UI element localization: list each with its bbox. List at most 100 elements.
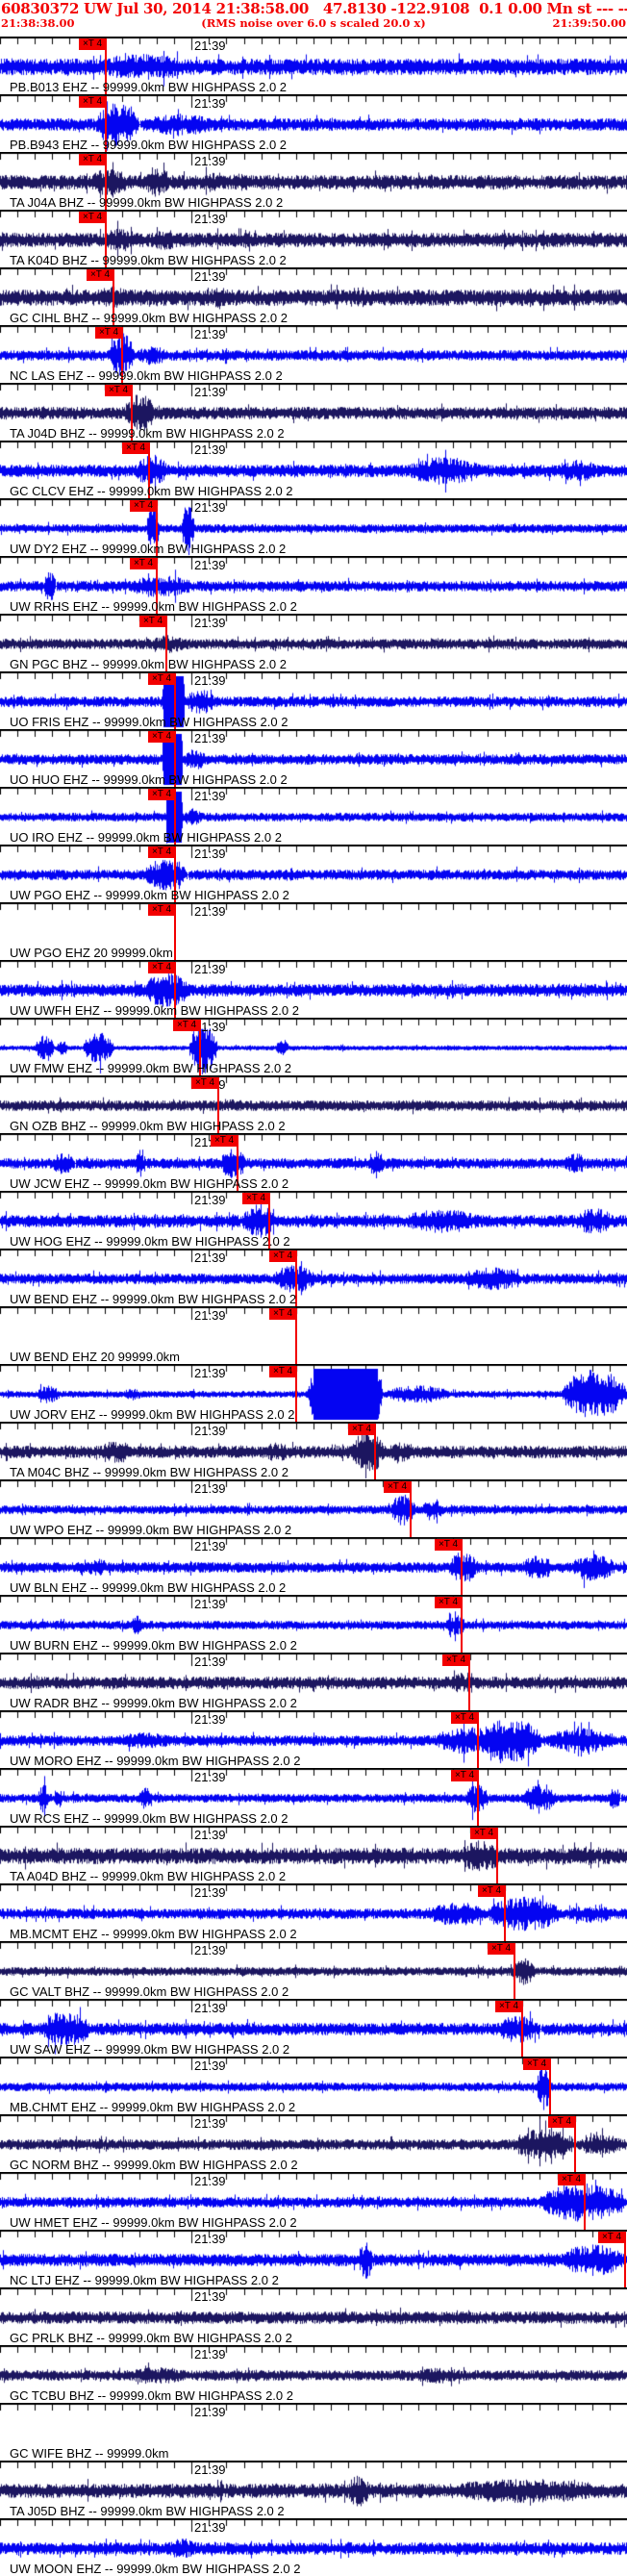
pick-marker[interactable]: ×T 4 [523, 2058, 550, 2070]
trace-row[interactable]: 21:39 ×T 4 UW RCS EHZ -- 99999.0km BW HI… [0, 1768, 627, 1826]
trace-row[interactable]: 21:39 ×T 4 UW RADR BHZ -- 99999.0km BW H… [0, 1653, 627, 1710]
pick-marker[interactable]: ×T 4 [470, 1828, 497, 1839]
pick-marker[interactable]: ×T 4 [79, 38, 106, 50]
trace-row[interactable]: 21:39 ×T 4 TA A04D BHZ -- 99999.0km BW H… [0, 1826, 627, 1883]
trace-row[interactable]: 21:39 ×T 4 UW MORO EHZ -- 99999.0km BW H… [0, 1710, 627, 1768]
station-label: TA J04D BHZ -- 99999.0km BW HIGHPASS 2.0… [10, 426, 285, 441]
minute-tick-label: 21:39 [194, 2462, 226, 2477]
pick-marker[interactable]: ×T 4 [348, 1424, 375, 1435]
trace-row[interactable]: 21:39 ×T 4 PB.B013 EHZ -- 99999.0km BW H… [0, 37, 627, 94]
pick-marker[interactable]: ×T 4 [87, 269, 113, 281]
trace-row[interactable]: 21:39 ×T 4 UO HUO EHZ -- 99999.0km BW HI… [0, 729, 627, 787]
pick-marker[interactable]: ×T 4 [148, 962, 175, 973]
trace-row[interactable]: 21:39 ×T 4 GC CLCV EHZ -- 99999.0km BW H… [0, 441, 627, 498]
pick-marker[interactable]: ×T 4 [495, 2001, 522, 2012]
trace-row[interactable]: 21:39 ×T 4 MB.CHMT EHZ -- 99999.0km BW H… [0, 2057, 627, 2114]
trace-row[interactable]: 21:39 ×T 4 NC LAS EHZ -- 99999.0km BW HI… [0, 325, 627, 383]
trace-row[interactable]: 21:39 ×T 4 TA K04D BHZ -- 99999.0km BW H… [0, 210, 627, 267]
trace-row[interactable]: 21:39 ×T 4 TA M04C BHZ -- 99999.0km BW H… [0, 1422, 627, 1479]
trace-row[interactable]: 21:39 ×T 4 GC VALT BHZ -- 99999.0km BW H… [0, 1941, 627, 1999]
minute-tick-label: 21:39 [194, 2347, 226, 2361]
trace-row[interactable]: 21:39 ×T 4 UW JCW EHZ -- 99999.0km BW HI… [0, 1133, 627, 1191]
pick-marker[interactable]: ×T 4 [122, 442, 149, 454]
pick-marker[interactable]: ×T 4 [130, 500, 157, 512]
pick-marker[interactable]: ×T 4 [211, 1135, 238, 1147]
trace-row[interactable]: 21:39 ×T 4 UW PGO EHZ 20 99999.0km [0, 902, 627, 960]
station-label: UW SAW EHZ -- 99999.0km BW HIGHPASS 2.0 … [10, 2042, 290, 2057]
minute-tick-label: 21:39 [194, 558, 226, 572]
pick-marker[interactable]: ×T 4 [384, 1481, 411, 1493]
pick-marker[interactable]: ×T 4 [79, 212, 106, 223]
trace-row[interactable]: 21:39 ×T 4 MB.MCMT EHZ -- 99999.0km BW H… [0, 1883, 627, 1941]
trace-row[interactable]: 21:39 GC WIFE BHZ -- 99999.0km [0, 2403, 627, 2461]
trace-row[interactable]: 21:39 ×T 4 UW BEND EHZ -- 99999.0km BW H… [0, 1249, 627, 1306]
pick-marker[interactable]: ×T 4 [242, 1193, 269, 1204]
trace-row[interactable]: 21:39 ×T 4 UW RRHS EHZ -- 99999.0km BW H… [0, 556, 627, 614]
trace-row[interactable]: 21:39 ×T 4 GC NORM BHZ -- 99999.0km BW H… [0, 2114, 627, 2172]
pick-marker[interactable]: ×T 4 [269, 1366, 296, 1377]
pick-marker[interactable]: ×T 4 [95, 327, 122, 339]
minute-tick-label: 21:39 [194, 962, 226, 976]
trace-row[interactable]: 21:39 TA J05D BHZ -- 99999.0km BW HIGHPA… [0, 2461, 627, 2518]
trace-row[interactable]: 21:39 ×T 4 UW HMET EHZ -- 99999.0km BW H… [0, 2172, 627, 2230]
station-label: UW RADR BHZ -- 99999.0km BW HIGHPASS 2.0… [10, 1696, 297, 1710]
pick-marker[interactable]: ×T 4 [105, 385, 132, 396]
pick-marker[interactable]: ×T 4 [139, 616, 166, 627]
trace-row[interactable]: 21:39 ×T 4 UW BEND EHZ 20 99999.0km [0, 1306, 627, 1364]
station-label: UO HUO EHZ -- 99999.0km BW HIGHPASS 2.0 … [10, 772, 288, 787]
pick-marker[interactable]: ×T 4 [173, 1020, 200, 1031]
pick-marker[interactable]: ×T 4 [79, 96, 106, 108]
pick-marker[interactable]: ×T 4 [79, 154, 106, 165]
trace-row[interactable]: 21:39 ×T 4 UW JORV EHZ -- 99999.0km BW H… [0, 1364, 627, 1422]
trace-row[interactable]: 21:39 ×T 4 UO FRIS EHZ -- 99999.0km BW H… [0, 671, 627, 729]
pick-marker[interactable]: ×T 4 [269, 1250, 296, 1262]
trace-row[interactable]: 21:39 ×T 4 GN OZB BHZ -- 99999.0km BW HI… [0, 1075, 627, 1133]
trace-row[interactable]: 21:39 ×T 4 UW BLN EHZ -- 99999.0km BW HI… [0, 1537, 627, 1595]
trace-row[interactable]: 21:39 GC TCBU BHZ -- 99999.0km BW HIGHPA… [0, 2345, 627, 2403]
trace-row[interactable]: 21:39 ×T 4 UW FMW EHZ -- 99999.0km BW HI… [0, 1018, 627, 1075]
trace-row[interactable]: 21:39 GC PRLK BHZ -- 99999.0km BW HIGHPA… [0, 2287, 627, 2345]
pick-marker[interactable]: ×T 4 [598, 2232, 625, 2243]
pick-marker[interactable]: ×T 4 [148, 673, 175, 685]
trace-row[interactable]: 21:39 ×T 4 UW DY2 EHZ -- 99999.0km BW HI… [0, 498, 627, 556]
pick-marker[interactable]: ×T 4 [148, 904, 175, 916]
minute-tick-label: 21:39 [194, 789, 226, 803]
trace-row[interactable]: 21:39 ×T 4 UW BURN EHZ -- 99999.0km BW H… [0, 1595, 627, 1653]
pick-marker[interactable]: ×T 4 [435, 1539, 462, 1551]
pick-marker[interactable]: ×T 4 [451, 1712, 478, 1724]
trace-row[interactable]: 21:39 ×T 4 PB.B943 EHZ -- 99999.0km BW H… [0, 94, 627, 152]
pick-marker[interactable]: ×T 4 [269, 1308, 296, 1320]
pick-marker[interactable]: ×T 4 [148, 846, 175, 858]
trace-row[interactable]: 21:39 ×T 4 UW SAW EHZ -- 99999.0km BW HI… [0, 1999, 627, 2057]
trace-row[interactable]: 21:39 ×T 4 UW HOG EHZ -- 99999.0km BW HI… [0, 1191, 627, 1249]
pick-marker[interactable]: ×T 4 [548, 2116, 575, 2128]
station-label: TA K04D BHZ -- 99999.0km BW HIGHPASS 2.0… [10, 253, 287, 267]
pick-marker[interactable]: ×T 4 [451, 1770, 478, 1781]
minute-tick-label: 21:39 [194, 2174, 226, 2188]
trace-row[interactable]: 21:39 UW MOON EHZ -- 99999.0km BW HIGHPA… [0, 2518, 627, 2576]
station-label: UW PGO EHZ -- 99999.0km BW HIGHPASS 2.0 … [10, 888, 289, 902]
pick-marker[interactable]: ×T 4 [191, 1077, 218, 1089]
station-label: GC CIHL BHZ -- 99999.0km BW HIGHPASS 2.0… [10, 311, 288, 325]
pick-marker[interactable]: ×T 4 [148, 789, 175, 800]
trace-row[interactable]: 21:39 ×T 4 UW UWFH EHZ -- 99999.0km BW H… [0, 960, 627, 1018]
pick-marker[interactable]: ×T 4 [148, 731, 175, 743]
pick-marker[interactable]: ×T 4 [442, 1654, 469, 1666]
pick-marker[interactable]: ×T 4 [130, 558, 157, 569]
trace-row[interactable]: 21:39 ×T 4 UW WPO EHZ -- 99999.0km BW HI… [0, 1479, 627, 1537]
minute-tick-label: 21:39 [194, 96, 226, 111]
pick-marker[interactable]: ×T 4 [435, 1597, 462, 1608]
trace-row[interactable]: 21:39 ×T 4 UO IRO EHZ -- 99999.0km BW HI… [0, 787, 627, 845]
pick-marker[interactable]: ×T 4 [488, 1943, 514, 1955]
pick-marker[interactable]: ×T 4 [478, 1885, 505, 1897]
trace-row[interactable]: 21:39 ×T 4 UW PGO EHZ -- 99999.0km BW HI… [0, 845, 627, 902]
pick-marker[interactable]: ×T 4 [558, 2174, 585, 2185]
window-end-time: 21:39:50.00 [552, 16, 626, 30]
station-label: UW MORO EHZ -- 99999.0km BW HIGHPASS 2.0… [10, 1754, 301, 1768]
minute-tick-label: 21:39 [194, 1770, 226, 1784]
trace-row[interactable]: 21:39 ×T 4 NC LTJ EHZ -- 99999.0km BW HI… [0, 2230, 627, 2287]
trace-row[interactable]: 21:39 ×T 4 TA J04D BHZ -- 99999.0km BW H… [0, 383, 627, 441]
trace-row[interactable]: 21:39 ×T 4 GC CIHL BHZ -- 99999.0km BW H… [0, 267, 627, 325]
trace-row[interactable]: 21:39 ×T 4 TA J04A BHZ -- 99999.0km BW H… [0, 152, 627, 210]
trace-row[interactable]: 21:39 ×T 4 GN PGC BHZ -- 99999.0km BW HI… [0, 614, 627, 671]
